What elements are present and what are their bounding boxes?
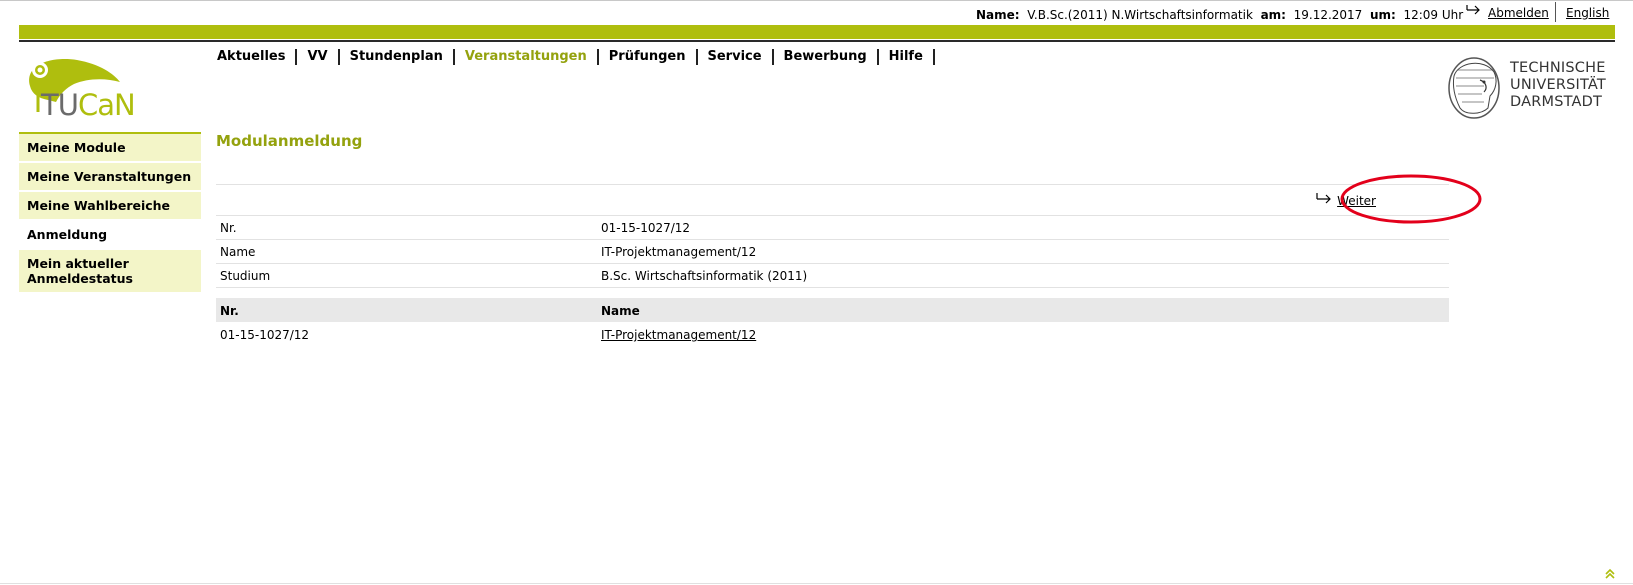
sidebar-item-meine-module[interactable]: Meine Module — [19, 134, 201, 163]
table-row: 01-15-1027/12 IT-Projektmanagement/12 — [216, 322, 1449, 346]
date-label: am: — [1260, 8, 1286, 22]
weiter-label: Weiter — [1337, 194, 1376, 208]
university-line-1: TECHNISCHE — [1510, 60, 1606, 76]
header-divider — [19, 40, 1615, 42]
detail-value-nr: 01-15-1027/12 — [601, 221, 691, 235]
nav-aktuelles[interactable]: Aktuelles — [217, 49, 298, 65]
sidebar-item-anmeldung[interactable]: Anmeldung — [19, 221, 201, 250]
sidebar-item-meine-wahlbereiche[interactable]: Meine Wahlbereiche — [19, 192, 201, 221]
sidebar-item-meine-veranstaltungen[interactable]: Meine Veranstaltungen — [19, 163, 201, 192]
name-label: Name: — [976, 8, 1020, 22]
page-title: Modulanmeldung — [216, 132, 363, 150]
athena-head-icon — [1448, 57, 1500, 119]
tu-darmstadt-logo[interactable]: TECHNISCHE UNIVERSITÄT DARMSTADT — [1444, 56, 1619, 121]
column-header-nr: Nr. — [220, 304, 239, 318]
nav-vv[interactable]: VV — [297, 49, 340, 65]
column-header-name: Name — [601, 304, 640, 318]
detail-row: Nr. 01-15-1027/12 — [216, 216, 1449, 240]
detail-value-name: IT-Projektmanagement/12 — [601, 245, 757, 259]
nav-service[interactable]: Service — [698, 49, 774, 65]
nav-pruefungen[interactable]: Prüfungen — [599, 49, 698, 65]
university-line-3: DARMSTADT — [1510, 94, 1603, 110]
time-label: um: — [1369, 8, 1396, 22]
time-value: 12:09 Uhr — [1403, 8, 1464, 22]
logout-link[interactable]: Abmelden — [1488, 6, 1549, 20]
nav-hilfe[interactable]: Hilfe — [879, 49, 935, 65]
nav-veranstaltungen[interactable]: Veranstaltungen — [455, 49, 599, 65]
logout-icon[interactable] — [1466, 4, 1482, 16]
nav-stundenplan[interactable]: Stundenplan — [340, 49, 455, 65]
university-line-2: UNIVERSITÄT — [1510, 77, 1606, 93]
nav-bewerbung[interactable]: Bewerbung — [774, 49, 879, 65]
detail-label-nr: Nr. — [220, 221, 237, 235]
footer-divider — [0, 583, 1633, 584]
module-name-link[interactable]: IT-Projektmanagement/12 — [601, 328, 756, 342]
sidebar-item-anmeldestatus[interactable]: Mein aktueller Anmeldestatus — [19, 250, 201, 294]
detail-label-studium: Studium — [220, 269, 271, 283]
detail-row: Name IT-Projektmanagement/12 — [216, 240, 1449, 264]
user-name-info: Name: V.B.Sc.(2011) N.Wirtschaftsinforma… — [976, 8, 1463, 22]
scroll-to-top-icon[interactable] — [1604, 568, 1616, 580]
logo-can: CaN — [77, 88, 136, 122]
detail-value-studium: B.Sc. Wirtschaftsinformatik (2011) — [601, 269, 808, 283]
module-registration-panel: Weiter Nr. 01-15-1027/12 Name IT-Projekt… — [216, 184, 1449, 346]
detail-row: Studium B.Sc. Wirtschaftsinformatik (201… — [216, 264, 1449, 288]
header-accent-bar — [19, 25, 1615, 39]
main-navigation: Aktuelles VV Stundenplan Veranstaltungen… — [217, 47, 935, 67]
forward-arrow-icon — [1316, 193, 1331, 204]
module-table-header: Nr. Name — [216, 298, 1449, 322]
name-value: V.B.Sc.(2011) N.Wirtschaftsinformatik — [1027, 8, 1253, 22]
sidebar-menu: Meine Module Meine Veranstaltungen Meine… — [19, 132, 201, 294]
detail-label-name: Name — [220, 245, 256, 259]
university-wordmark: TECHNISCHE UNIVERSITÄT DARMSTADT — [1510, 60, 1606, 111]
weiter-button[interactable]: Weiter — [1316, 193, 1376, 208]
action-row: Weiter — [216, 185, 1449, 215]
language-link[interactable]: English — [1566, 6, 1609, 20]
tucan-logo[interactable]: TUCaN — [22, 56, 172, 126]
logo-tu: TU — [41, 88, 79, 122]
module-number-cell: 01-15-1027/12 — [220, 328, 310, 342]
tucan-wordmark: TUCaN — [41, 88, 136, 122]
userbar-divider — [1555, 2, 1556, 22]
date-value: 19.12.2017 — [1293, 8, 1363, 22]
user-info-bar: Name: V.B.Sc.(2011) N.Wirtschaftsinforma… — [0, 0, 1633, 24]
